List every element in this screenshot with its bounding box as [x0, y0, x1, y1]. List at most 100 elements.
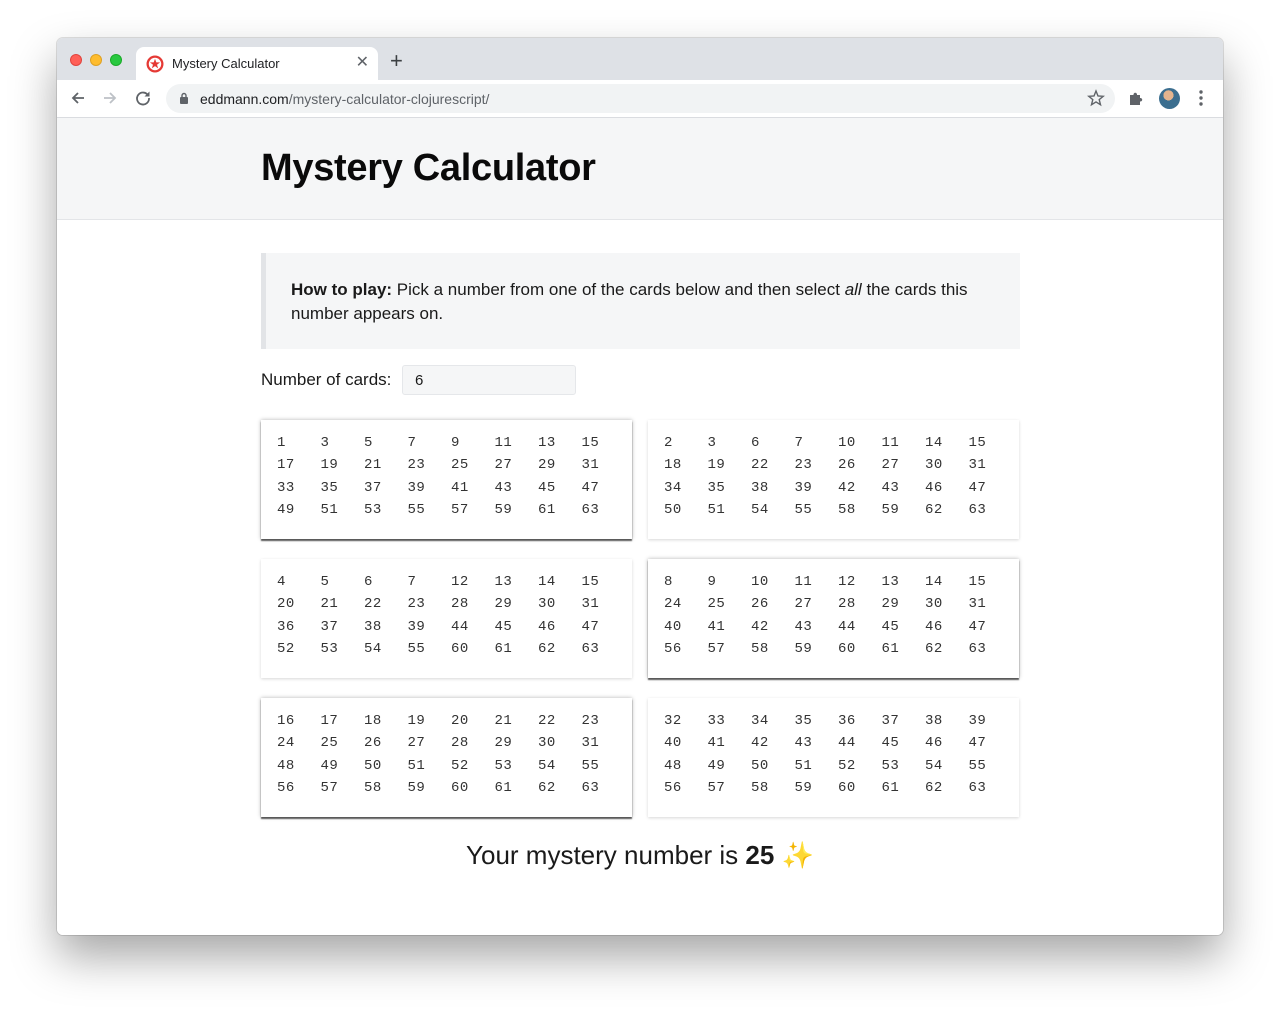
card-number: 43	[494, 479, 513, 496]
extensions-puzzle-icon[interactable]	[1127, 89, 1145, 107]
card-number: 29	[881, 596, 900, 613]
card-number: 51	[407, 757, 426, 774]
number-card-6[interactable]: 32 33 34 35 36 37 38 39 40 41 42 43 44 45 46 47 48 49 50 51…	[648, 698, 1019, 817]
card-number: 56	[664, 640, 682, 657]
card-number: 47	[968, 618, 987, 635]
number-card-2[interactable]: 2 3 6 7 10 11 14 15 18 19 22 23 26 27 30 31 34 35 38 39 42 43…	[648, 420, 1019, 539]
card-number: 37	[881, 713, 900, 729]
close-window-button[interactable]	[70, 54, 82, 66]
page-header: Mystery Calculator	[57, 118, 1223, 220]
card-count-input[interactable]	[402, 365, 576, 395]
maximize-window-button[interactable]	[110, 54, 122, 66]
card-row: 32 33 34 35 36 37 38 39	[664, 713, 1019, 735]
card-row: 56 57 58 59 60 61 62 63	[664, 641, 1019, 663]
card-number: 46	[925, 735, 943, 752]
card-number: 53	[364, 501, 382, 518]
card-number: 25	[320, 735, 339, 752]
number-card-1[interactable]: 1 3 5 7 9 11 13 15 17 19 21 23 25 27 29 31 33 35 37 39 41 43 4…	[261, 420, 632, 539]
card-number: 54	[751, 501, 769, 518]
url-text: eddmann.com/mystery-calculator-clojuresc…	[200, 91, 490, 107]
card-number: 39	[794, 479, 813, 496]
more-menu-icon[interactable]	[1197, 89, 1205, 107]
card-number: 63	[581, 501, 600, 518]
card-row: 40 41 42 43 44 45 46 47	[664, 619, 1019, 641]
card-row: 56 57 58 59 60 61 62 63	[664, 780, 1019, 802]
new-tab-icon[interactable]: +	[390, 50, 403, 72]
profile-avatar[interactable]	[1159, 88, 1180, 109]
card-number: 56	[277, 779, 295, 796]
card-number: 53	[881, 757, 900, 774]
result-text: Your mystery number is 25 ✨	[57, 840, 1223, 871]
card-number: 45	[494, 618, 513, 635]
card-number: 61	[881, 779, 900, 796]
card-number: 33	[707, 713, 726, 729]
card-number: 52	[277, 640, 295, 657]
card-number: 47	[581, 618, 600, 635]
card-number: 56	[664, 779, 682, 796]
card-number: 62	[925, 779, 943, 796]
address-bar[interactable]: eddmann.com/mystery-calculator-clojuresc…	[166, 84, 1115, 113]
card-number: 44	[838, 618, 856, 635]
card-number: 44	[451, 618, 469, 635]
card-number: 61	[494, 640, 513, 657]
card-number: 11	[881, 435, 900, 451]
number-card-3[interactable]: 4 5 6 7 12 13 14 15 20 21 22 23 28 29 30 31 36 37 38 39 44 45…	[261, 559, 632, 678]
forward-arrow-icon[interactable]	[101, 89, 119, 107]
bookmark-star-icon[interactable]	[1087, 89, 1105, 107]
card-row: 49 51 53 55 57 59 61 63	[277, 502, 632, 524]
card-number: 53	[494, 757, 513, 774]
card-row: 20 21 22 23 28 29 30 31	[277, 596, 632, 618]
card-number: 19	[707, 457, 726, 474]
card-number: 9	[707, 574, 717, 590]
card-number: 26	[364, 735, 382, 752]
card-number: 54	[925, 757, 943, 774]
page-title: Mystery Calculator	[261, 147, 596, 189]
card-number: 52	[838, 757, 856, 774]
card-number: 13	[881, 574, 900, 590]
card-number: 15	[581, 574, 600, 590]
minimize-window-button[interactable]	[90, 54, 102, 66]
card-number: 34	[751, 713, 769, 729]
card-row: 24 25 26 27 28 29 30 31	[664, 596, 1019, 618]
card-number: 60	[451, 779, 469, 796]
back-arrow-icon[interactable]	[69, 89, 87, 107]
browser-window: Mystery Calculator ✕ + eddmann.com/myste…	[57, 38, 1223, 935]
card-row: 56 57 58 59 60 61 62 63	[277, 780, 632, 802]
card-number: 49	[707, 757, 726, 774]
card-number: 63	[968, 501, 987, 518]
card-number: 63	[968, 779, 987, 796]
card-number: 7	[794, 435, 804, 451]
card-number: 62	[925, 501, 943, 518]
card-number: 19	[407, 713, 426, 729]
card-row: 4 5 6 7 12 13 14 15	[277, 574, 632, 596]
card-row: 36 37 38 39 44 45 46 47	[277, 619, 632, 641]
card-number: 39	[407, 479, 426, 496]
card-number: 61	[494, 779, 513, 796]
card-number: 62	[925, 640, 943, 657]
card-number: 11	[794, 574, 813, 590]
card-number: 60	[451, 640, 469, 657]
card-number: 50	[364, 757, 382, 774]
card-row: 34 35 38 39 42 43 46 47	[664, 480, 1019, 502]
title-bar: Mystery Calculator ✕ +	[57, 38, 1223, 80]
card-number: 54	[538, 757, 556, 774]
card-number: 8	[664, 574, 673, 590]
card-number: 14	[925, 574, 943, 590]
number-card-5[interactable]: 16 17 18 19 20 21 22 23 24 25 26 27 28 29 30 31 48 49 50 51…	[261, 698, 632, 817]
card-number: 28	[451, 596, 469, 613]
card-number: 50	[751, 757, 769, 774]
card-number: 24	[664, 596, 682, 613]
card-number: 52	[451, 757, 469, 774]
card-number: 3	[707, 435, 717, 451]
card-number: 55	[407, 501, 426, 518]
card-number: 40	[664, 735, 682, 752]
card-number: 5	[320, 574, 330, 590]
card-number: 12	[451, 574, 469, 590]
reload-icon[interactable]	[134, 89, 152, 107]
card-number: 41	[707, 735, 726, 752]
number-card-4[interactable]: 8 9 10 11 12 13 14 15 24 25 26 27 28 29 30 31 40 41 42 43 44…	[648, 559, 1019, 678]
card-row: 16 17 18 19 20 21 22 23	[277, 713, 632, 735]
browser-tab[interactable]: Mystery Calculator ✕	[136, 47, 378, 80]
close-tab-icon[interactable]: ✕	[356, 53, 369, 73]
card-number: 2	[664, 435, 673, 451]
